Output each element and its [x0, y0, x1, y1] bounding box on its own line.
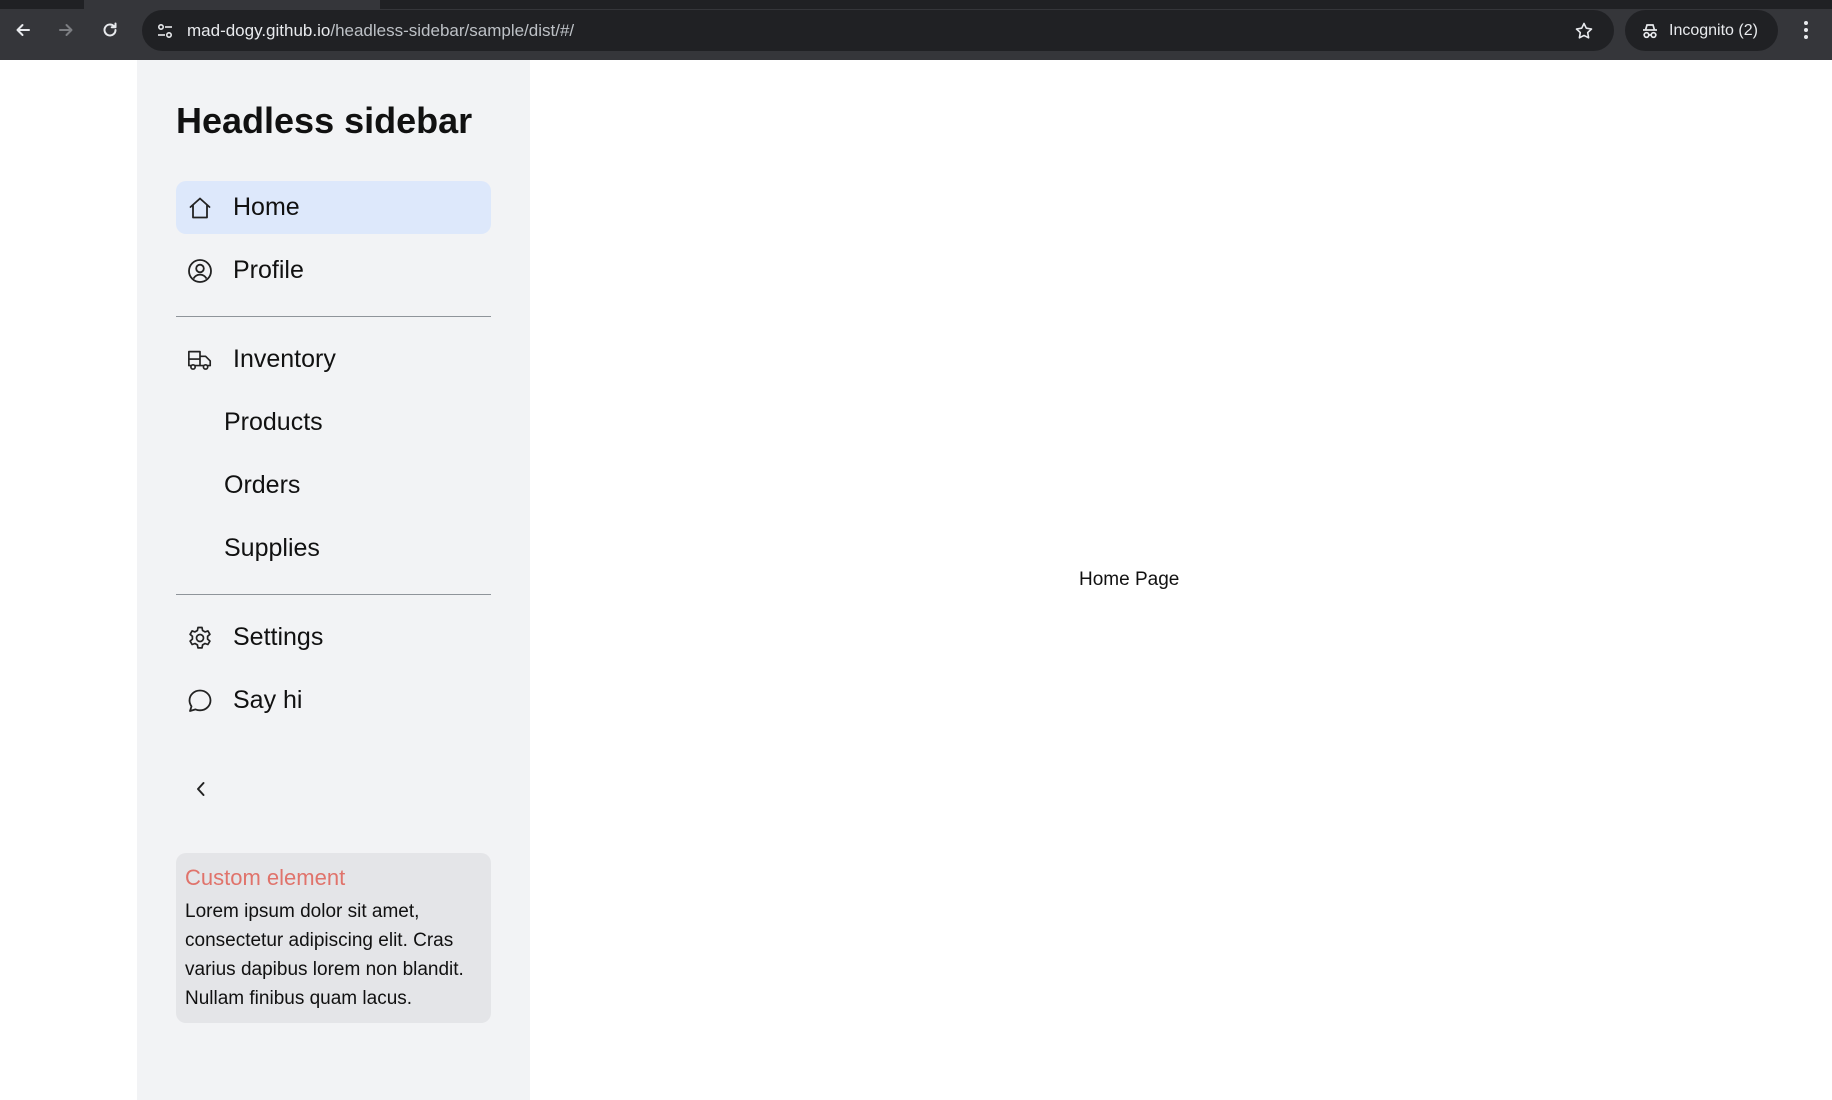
page-content-text: Home Page [1079, 569, 1180, 590]
reload-button[interactable] [94, 14, 126, 46]
sidebar-item-inventory[interactable]: Inventory [176, 333, 491, 386]
sidebar-subitem-supplies[interactable]: Supplies [224, 522, 320, 575]
browser-toolbar: mad-dogy.github.io/headless-sidebar/samp… [0, 0, 1832, 60]
url-text: mad-dogy.github.io/headless-sidebar/samp… [187, 21, 574, 41]
bookmark-star-icon[interactable] [1572, 19, 1596, 43]
divider [176, 594, 491, 595]
sidebar-subitem-orders[interactable]: Orders [224, 459, 300, 512]
sidebar-title: Headless sidebar [176, 100, 473, 141]
chat-bubble-icon [187, 688, 213, 714]
sidebar-item-label: Inventory [233, 345, 336, 373]
url-host: mad-dogy.github.io [187, 21, 331, 40]
sidebar-item-settings[interactable]: Settings [176, 611, 491, 664]
reload-icon [103, 22, 117, 37]
sidebar-item-label: Profile [233, 256, 304, 284]
card-title: Custom element [185, 865, 346, 890]
divider [176, 316, 491, 317]
incognito-indicator[interactable]: Incognito (2) [1625, 10, 1778, 51]
arrow-left-icon [16, 24, 30, 36]
collapse-sidebar-button[interactable] [187, 775, 215, 803]
truck-icon [187, 347, 213, 373]
url-path: /headless-sidebar/sample/dist/#/ [330, 21, 575, 40]
sidebar-item-label: Settings [233, 623, 324, 651]
back-button[interactable] [7, 14, 39, 46]
site-info-icon[interactable] [154, 20, 176, 42]
sidebar-item-label: Say hi [233, 686, 303, 714]
tab-strip [0, 0, 1832, 9]
browser-menu-button[interactable] [1792, 14, 1820, 46]
home-icon [187, 195, 213, 221]
more-vert-icon [1804, 21, 1808, 39]
sidebar-item-label: Home [233, 193, 300, 221]
sidebar-item-home[interactable]: Home [176, 181, 491, 234]
incognito-icon [1639, 20, 1661, 42]
sidebar-subitem-products[interactable]: Products [224, 396, 323, 449]
card-body: Lorem ipsum dolor sit amet, consectetur … [185, 901, 464, 1009]
forward-button[interactable] [50, 14, 82, 46]
user-circle-icon [187, 258, 213, 284]
sidebar-item-profile[interactable]: Profile [176, 244, 491, 297]
gear-icon [187, 625, 213, 651]
sidebar: Headless sidebar Home Profile Inventory … [137, 60, 530, 1100]
custom-element-card: Custom element Lorem ipsum dolor sit ame… [176, 853, 491, 1023]
sidebar-item-say-hi[interactable]: Say hi [176, 674, 491, 727]
incognito-label: Incognito (2) [1669, 21, 1758, 39]
address-bar[interactable]: mad-dogy.github.io/headless-sidebar/samp… [142, 10, 1614, 51]
arrow-right-icon [59, 24, 73, 36]
active-tab[interactable] [84, 0, 380, 9]
chevron-left-icon [197, 782, 205, 796]
